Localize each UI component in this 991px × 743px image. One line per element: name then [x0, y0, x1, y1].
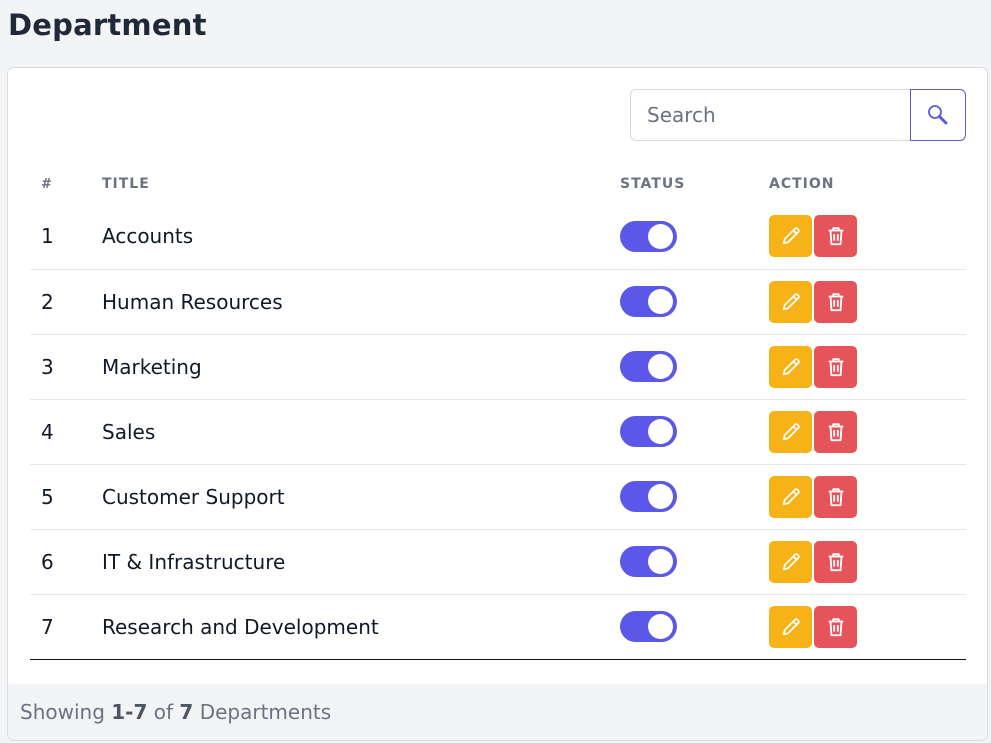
row-number: 2	[30, 269, 102, 335]
status-toggle[interactable]	[620, 416, 677, 447]
edit-button[interactable]	[769, 410, 812, 453]
edit-button[interactable]	[769, 605, 812, 648]
toggle-knob	[648, 223, 673, 249]
status-toggle[interactable]	[620, 611, 677, 642]
row-title: Marketing	[102, 334, 620, 400]
trash-icon	[828, 357, 843, 376]
header-status: STATUS	[620, 176, 686, 192]
header-title: TITLE	[102, 176, 150, 192]
toggle-knob	[648, 549, 673, 574]
row-title: Human Resources	[102, 269, 620, 335]
status-toggle[interactable]	[620, 220, 677, 252]
delete-button[interactable]	[814, 605, 857, 648]
edit-button[interactable]	[769, 540, 812, 583]
edit-button[interactable]	[769, 475, 812, 518]
pencil-icon	[782, 422, 800, 440]
row-number: 6	[30, 529, 102, 595]
department-table: # TITLE STATUS ACTION 1 Accounts 2 Human Re…	[30, 164, 966, 660]
row-title: Sales	[102, 399, 620, 465]
toggle-knob	[648, 484, 673, 509]
footer-range: 1-7	[111, 700, 148, 724]
trash-icon	[828, 487, 843, 506]
header-num: #	[41, 176, 53, 192]
footer-total: 7	[179, 700, 194, 724]
delete-button[interactable]	[814, 540, 857, 583]
department-card: # TITLE STATUS ACTION 1Accounts2Human Re…	[7, 67, 988, 741]
status-toggle[interactable]	[620, 286, 677, 317]
table-row: 3 Marketing	[30, 334, 966, 400]
footer-of: of	[153, 700, 174, 724]
edit-button[interactable]	[769, 280, 812, 323]
pencil-icon	[782, 357, 800, 375]
edit-button[interactable]	[769, 345, 812, 388]
toggle-knob	[648, 614, 673, 639]
status-toggle[interactable]	[620, 351, 677, 382]
status-toggle[interactable]	[620, 546, 677, 577]
table-row: 4 Sales	[30, 399, 966, 465]
delete-button[interactable]	[814, 475, 857, 518]
header-action: ACTION	[769, 176, 835, 192]
search-bar	[630, 89, 966, 141]
table-row: 7 Research and Development	[30, 594, 966, 660]
row-number: 1	[30, 204, 102, 270]
search-button[interactable]	[910, 89, 966, 141]
delete-button[interactable]	[814, 345, 857, 388]
row-number: 3	[30, 334, 102, 400]
edit-button[interactable]	[769, 215, 812, 258]
row-title: IT & Infrastructure	[102, 529, 620, 595]
table-row: 1 Accounts	[30, 204, 966, 270]
row-title: Customer Support	[102, 464, 620, 530]
row-number: 4	[30, 399, 102, 465]
pencil-icon	[782, 617, 800, 635]
delete-button[interactable]	[814, 215, 857, 258]
row-title: Research and Development	[102, 594, 620, 660]
table-row: 6 IT & Infrastructure	[30, 529, 966, 595]
trash-icon	[828, 617, 843, 636]
pagination-summary: Showing 1-7 of 7 Departments	[8, 684, 987, 740]
trash-icon	[828, 552, 843, 571]
search-input[interactable]	[630, 89, 910, 141]
toggle-knob	[648, 354, 673, 379]
delete-button[interactable]	[814, 280, 857, 323]
page-title: Department	[8, 8, 207, 42]
row-number: 7	[30, 594, 102, 660]
table-header-row: # TITLE STATUS ACTION	[30, 164, 966, 204]
trash-icon	[828, 227, 843, 246]
trash-icon	[828, 422, 843, 441]
status-toggle[interactable]	[620, 481, 677, 512]
pencil-icon	[782, 487, 800, 505]
pencil-icon	[782, 552, 800, 570]
pencil-icon	[782, 227, 800, 245]
search-icon	[928, 105, 948, 125]
delete-button[interactable]	[814, 410, 857, 453]
trash-icon	[828, 292, 843, 311]
toggle-knob	[648, 289, 673, 314]
table-row: 5 Customer Support	[30, 464, 966, 530]
table-row: 2 Human Resources	[30, 269, 966, 335]
pencil-icon	[782, 292, 800, 310]
footer-prefix: Showing	[20, 700, 105, 724]
footer-suffix: Departments	[199, 700, 332, 724]
row-number: 5	[30, 464, 102, 530]
toggle-knob	[648, 419, 673, 444]
row-title: Accounts	[102, 204, 620, 270]
